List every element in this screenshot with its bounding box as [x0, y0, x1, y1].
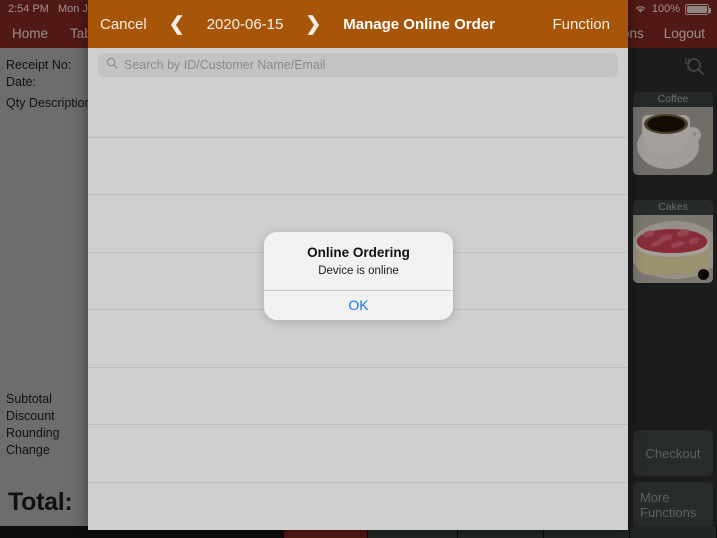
- chevron-left-icon[interactable]: ❮: [169, 15, 185, 34]
- cancel-button[interactable]: Cancel: [100, 16, 147, 33]
- function-button[interactable]: Function: [552, 16, 610, 33]
- modal-nav-bar: Cancel ❮ 2020-06-15 ❯ Manage Online Orde…: [88, 0, 628, 48]
- online-ordering-alert: Online Ordering Device is online OK: [264, 232, 453, 320]
- search-icon: [106, 56, 118, 74]
- alert-ok-button[interactable]: OK: [264, 291, 453, 320]
- chevron-right-icon[interactable]: ❯: [305, 15, 321, 34]
- search-bar: Search by ID/Customer Name/Email: [88, 50, 628, 80]
- date-value[interactable]: 2020-06-15: [207, 16, 284, 33]
- page-title: Manage Online Order: [343, 15, 495, 33]
- table-row[interactable]: [88, 483, 628, 531]
- alert-title: Online Ordering: [307, 245, 410, 260]
- alert-body: Online Ordering Device is online: [264, 232, 453, 290]
- table-row[interactable]: [88, 80, 628, 138]
- table-row[interactable]: [88, 425, 628, 483]
- search-placeholder: Search by ID/Customer Name/Email: [124, 58, 326, 72]
- table-row[interactable]: [88, 368, 628, 425]
- table-row[interactable]: [88, 138, 628, 195]
- screen: 2:54 PM Mon Jun 15 100% Home Table ions …: [0, 0, 717, 538]
- alert-message: Device is online: [318, 265, 399, 277]
- search-input[interactable]: Search by ID/Customer Name/Email: [98, 53, 618, 77]
